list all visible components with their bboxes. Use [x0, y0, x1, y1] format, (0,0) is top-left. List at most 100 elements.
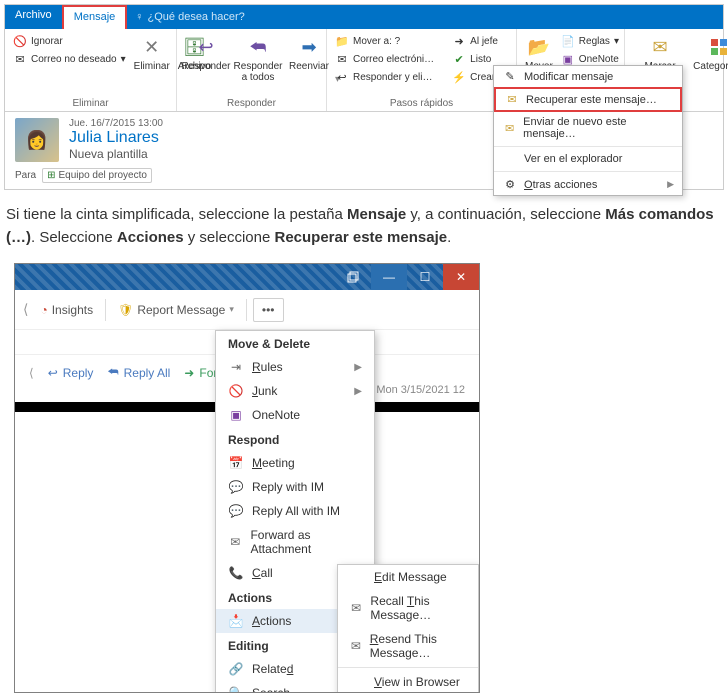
- reply-icon: ↩: [48, 366, 58, 380]
- tell-me-placeholder: ¿Qué desea hacer?: [148, 11, 245, 23]
- check-icon: ✔: [452, 52, 466, 66]
- to-label: Para: [15, 170, 36, 181]
- report-message-button[interactable]: 🛡 Report Message ▾: [112, 299, 240, 321]
- categorize-label: Categorizar: [693, 61, 728, 72]
- dd-edit-message[interactable]: ✎Modificar mensaje: [494, 66, 682, 87]
- sm-recall-message[interactable]: ✉Recall This Message…: [338, 589, 478, 627]
- junk-icon: 🚫: [228, 384, 244, 398]
- tab-message[interactable]: Mensaje: [62, 5, 128, 29]
- window-close-button[interactable]: ✕: [443, 264, 479, 290]
- recall-icon: ✉: [350, 601, 362, 615]
- recipient-chip[interactable]: ⊞ Equipo del proyecto: [42, 168, 152, 183]
- qs-reply-delete[interactable]: ↩ Responder y eli…: [333, 69, 436, 85]
- to-boss-icon: ➜: [452, 34, 466, 48]
- reply-all-label: Reply All: [124, 366, 171, 380]
- qs-to-boss[interactable]: ➜Al jefe: [450, 33, 527, 49]
- group-respond: ↩ Responder ⮪ Responder a todos ➡ Reenvi…: [177, 29, 327, 111]
- chat-icon: 💬: [228, 504, 244, 518]
- phone-icon: 📞: [228, 566, 244, 580]
- delete-label: Eliminar: [134, 61, 170, 72]
- more-commands-button[interactable]: •••: [253, 298, 284, 322]
- delete-button[interactable]: ✕ Eliminar: [132, 33, 172, 74]
- separator: [246, 299, 247, 321]
- sm-view-browser[interactable]: View in Browser: [338, 670, 478, 693]
- junk-button[interactable]: ✉ Correo no deseado ▾: [11, 51, 128, 67]
- categorize-icon: [707, 35, 728, 59]
- tell-me-search[interactable]: ♀ ¿Qué desea hacer?: [127, 5, 252, 29]
- window-titlebar: — ☐ ✕: [15, 264, 479, 290]
- report-label: Report Message: [137, 303, 225, 317]
- mi-rules[interactable]: ⇥Rules▶: [216, 355, 374, 379]
- resend-icon: ✉: [502, 122, 517, 135]
- chat-icon: 💬: [228, 480, 244, 494]
- dd-recall-label: Recuperar este mensaje…: [526, 94, 657, 106]
- reply-button[interactable]: ↩Reply: [48, 366, 94, 380]
- window-maximize-button[interactable]: ☐: [407, 264, 443, 290]
- mi-meeting[interactable]: 📅Meeting: [216, 451, 374, 475]
- onenote-label: OneNote: [579, 54, 619, 65]
- mi-actions-label: Actions: [252, 614, 291, 628]
- submenu-arrow-icon: ▶: [354, 386, 362, 397]
- reply-delete-icon: ↩: [335, 70, 349, 84]
- window-restore-button[interactable]: [335, 264, 371, 290]
- mi-call-label: Call: [252, 566, 273, 580]
- submenu-arrow-icon: ▶: [667, 179, 674, 190]
- window-minimize-button[interactable]: —: [371, 264, 407, 290]
- reply-all-button[interactable]: ⮪ Reply All: [107, 365, 170, 380]
- ignore-button[interactable]: 🚫 Ignorar: [11, 33, 128, 49]
- reply-button[interactable]: ↩ Responder: [183, 33, 229, 74]
- actions-icon: 📩: [228, 614, 244, 628]
- sm-edit-message[interactable]: Edit Message: [338, 565, 478, 589]
- actions-dropdown: ✎Modificar mensaje ✉Recuperar este mensa…: [493, 65, 683, 196]
- qs-done-label: Listo: [470, 54, 491, 65]
- outlook-classic-screenshot: Archivo Mensaje ♀ ¿Qué desea hacer? 🚫 Ig…: [4, 4, 724, 190]
- lightning-icon: ⚡: [452, 70, 466, 84]
- mi-junk[interactable]: 🚫 Junk ▶: [216, 379, 374, 403]
- actions-submenu: Edit Message ✉Recall This Message… ✉Rese…: [337, 564, 479, 693]
- reply-all-label: Responder a todos: [234, 61, 283, 83]
- qs-move-to[interactable]: 📁Mover a: ?: [333, 33, 436, 49]
- message-from: Julia Linares: [69, 129, 163, 147]
- reply-all-icon: ⮪: [246, 35, 270, 59]
- dd-resend-message[interactable]: ✉Enviar de nuevo este mensaje…: [494, 112, 682, 144]
- mail-icon: ✉: [335, 52, 349, 66]
- dd-other-actions[interactable]: ⚙Otras acciones▶: [494, 174, 682, 195]
- reply-all-icon: ⮪: [107, 365, 118, 380]
- mi-reply-all-im[interactable]: 💬 Reply All with IM: [216, 499, 374, 523]
- plus-icon: ⊞: [47, 170, 55, 181]
- sm-resend-message[interactable]: ✉Resend This Message…: [338, 627, 478, 665]
- outlook-simplified-screenshot: — ☐ ✕ ⟨ ◔ Insights 🛡 Report Message ▾ ••…: [14, 263, 480, 693]
- mi-reply-all-im-label: Reply All with IM: [252, 504, 340, 518]
- sender-avatar: 👩: [15, 118, 59, 162]
- edit-icon: ✎: [502, 70, 518, 83]
- categorize-button[interactable]: Categorizar: [693, 33, 728, 74]
- insights-button[interactable]: ◔ Insights: [34, 299, 99, 321]
- mi-reply-im[interactable]: 💬 Reply with IM: [216, 475, 374, 499]
- related-icon: 🔗: [228, 662, 244, 676]
- qs-rd-label: Responder y eli…: [353, 72, 432, 83]
- shield-icon: 🛡: [118, 303, 133, 317]
- dropdown-caret-icon: ▾: [121, 54, 126, 65]
- recipient-name: Equipo del proyecto: [59, 170, 147, 181]
- group-delete-label: Eliminar: [11, 98, 170, 109]
- forward-button[interactable]: ➡ Reenviar: [287, 33, 331, 74]
- rules-label: Reglas: [579, 36, 610, 47]
- qs-team-mail[interactable]: ✉ Correo electróni…: [333, 51, 436, 67]
- mi-forward-attachment[interactable]: ✉Forward as Attachment: [216, 523, 374, 561]
- dd-view-browser[interactable]: Ver en el explorador: [494, 149, 682, 169]
- reply-label: Responder: [182, 61, 231, 72]
- mi-related-label: Related: [252, 662, 293, 676]
- junk-icon: ✉: [13, 52, 27, 66]
- mi-junk-label: Junk: [252, 384, 277, 398]
- dd-recall-message[interactable]: ✉Recuperar este mensaje…: [494, 87, 682, 112]
- instruction-text: Si tiene la cinta simplificada, seleccio…: [0, 194, 720, 263]
- mi-onenote[interactable]: ▣OneNote: [216, 403, 374, 427]
- sm-edit-label: Edit Message: [374, 570, 447, 584]
- reply-all-button[interactable]: ⮪ Responder a todos: [233, 33, 283, 85]
- qs-team-label: Correo electróni…: [353, 54, 434, 65]
- tab-file[interactable]: Archivo: [5, 5, 62, 29]
- left-overflow-icon: ⟨: [29, 366, 34, 380]
- mi-reply-im-label: Reply with IM: [252, 480, 324, 494]
- group-respond-label: Responder: [183, 98, 320, 109]
- dd-view-label: Ver en el explorador: [524, 153, 622, 165]
